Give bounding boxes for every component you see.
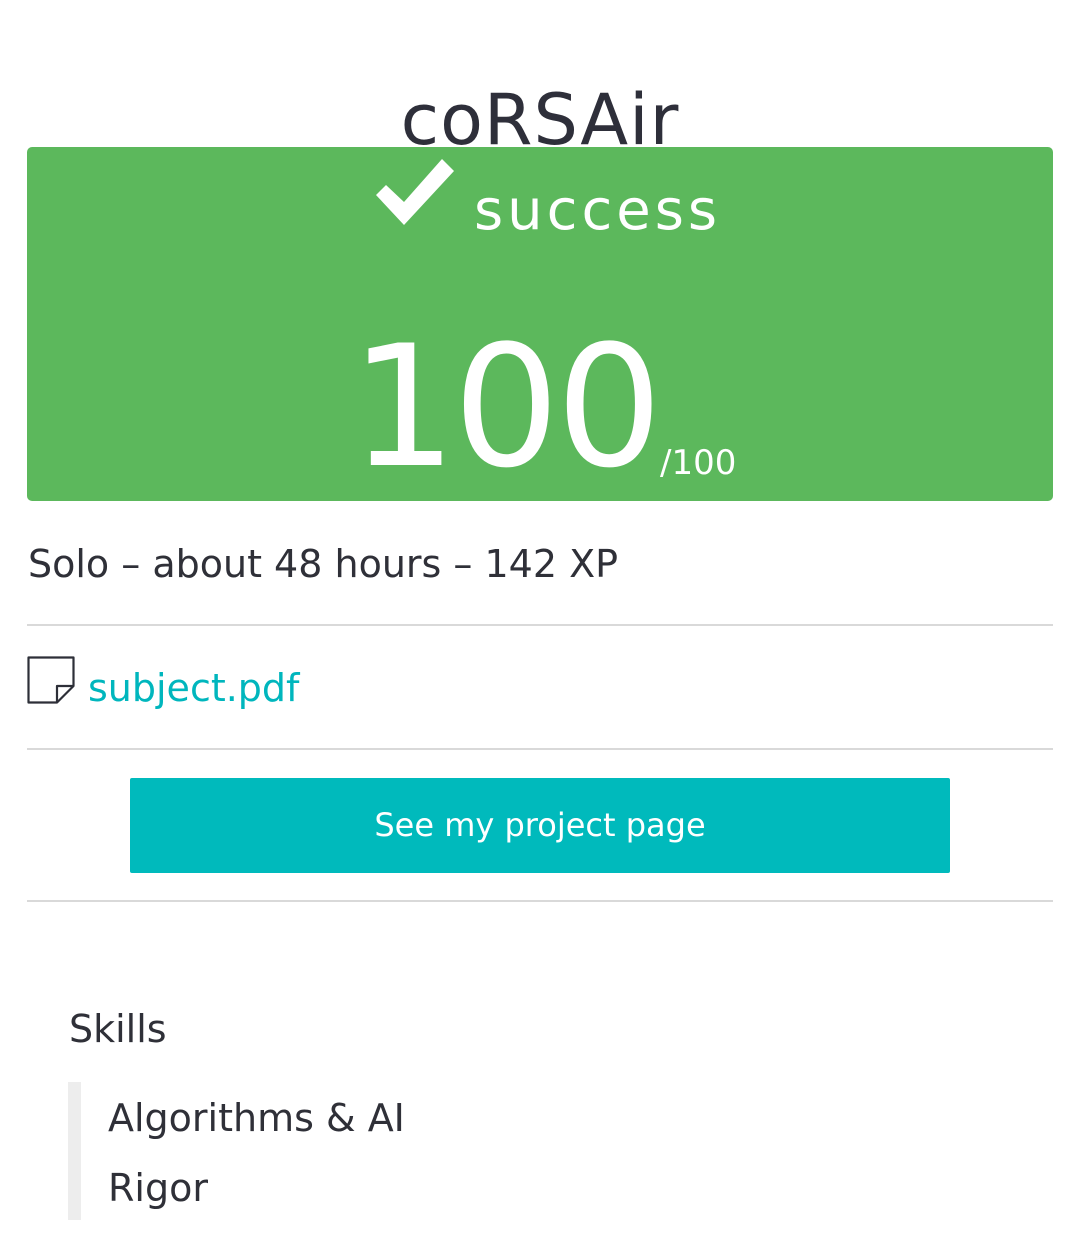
project-meta: Solo – about 48 hours – 142 XP	[28, 542, 619, 586]
divider	[27, 900, 1053, 902]
divider	[27, 624, 1053, 626]
divider	[27, 748, 1053, 750]
checkmark-icon	[376, 159, 454, 225]
score-max: /100	[660, 443, 737, 483]
skills-heading: Skills	[69, 1007, 167, 1051]
skill-item: Rigor	[108, 1166, 208, 1210]
status-label: success	[474, 178, 722, 243]
file-icon	[27, 656, 75, 704]
subject-pdf-link[interactable]: subject.pdf	[88, 662, 299, 714]
see-project-page-button[interactable]: See my project page	[130, 778, 950, 873]
skill-item: Algorithms & AI	[108, 1096, 405, 1140]
skills-list-bar	[68, 1082, 81, 1220]
score-value: 100	[350, 309, 663, 505]
